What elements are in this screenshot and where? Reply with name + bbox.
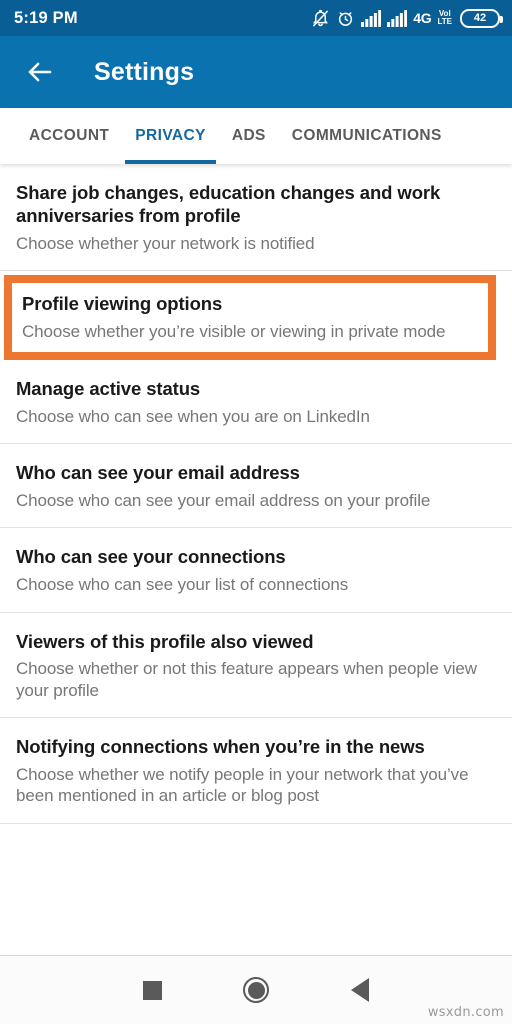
tab-privacy[interactable]: PRIVACY [122,108,219,164]
list-item[interactable]: Notifying connections when you’re in the… [0,718,512,825]
phone-screen: 5:19 PM 4G VoI LTE 42 Settings ACCOUNT P… [0,0,512,1024]
status-icon-group: 4G VoI LTE 42 [311,8,503,28]
list-item-title: Profile viewing options [22,293,223,315]
list-item[interactable]: Who can see your connections Choose who … [0,528,512,613]
home-button[interactable] [204,956,308,1024]
list-item-subtitle: Choose who can see your list of connecti… [16,574,349,594]
settings-list: Share job changes, education changes and… [0,164,512,955]
volte-label-bottom: LTE [437,17,452,26]
list-item[interactable]: Manage active status Choose who can see … [0,360,512,445]
app-bar: Settings [0,36,512,108]
list-item-title: Manage active status [16,378,201,400]
alarm-icon [336,9,355,28]
network-type-label: 4G [413,10,432,26]
list-item-title: Share job changes, education changes and… [16,182,441,227]
list-item[interactable]: Share job changes, education changes and… [0,164,512,272]
list-item-title: Who can see your email address [16,462,300,484]
tab-account[interactable]: ACCOUNT [16,108,122,164]
back-triangle-icon [351,978,369,1002]
home-circle-icon [243,977,269,1003]
recents-button[interactable] [100,956,204,1024]
watermark: wsxdn.com [427,1005,504,1020]
list-item-profile-viewing-options[interactable]: Profile viewing options Choose whether y… [4,275,496,361]
list-item[interactable]: Who can see your email address Choose wh… [0,444,512,529]
back-button[interactable] [308,956,412,1024]
battery-level-label: 42 [473,12,487,24]
volte-icon: VoI LTE [437,10,452,26]
back-arrow-icon[interactable] [24,56,56,88]
tab-bar: ACCOUNT PRIVACY ADS COMMUNICATIONS [0,108,512,164]
android-navigation-bar: wsxdn.com [0,955,512,1024]
battery-icon: 42 [460,8,503,28]
list-item-title: Who can see your connections [16,546,286,568]
signal-bars-icon [387,9,408,27]
list-item[interactable]: Viewers of this profile also viewed Choo… [0,612,512,719]
list-item-subtitle: Choose whether your network is notified [16,233,315,253]
status-bar: 5:19 PM 4G VoI LTE 42 [0,0,512,36]
tab-ads[interactable]: ADS [219,108,279,164]
list-item-title: Viewers of this profile also viewed [16,630,314,652]
list-item-subtitle: Choose who can see when you are on Linke… [16,406,370,426]
page-title: Settings [94,57,195,86]
bell-muted-icon [311,9,330,28]
signal-bars-icon [361,9,382,27]
list-item-subtitle: Choose whether we notify people in your … [16,764,469,806]
tab-communications[interactable]: COMMUNICATIONS [279,108,455,164]
list-item-subtitle: Choose who can see your email address on… [16,490,431,510]
status-clock: 5:19 PM [14,8,78,27]
list-item-subtitle: Choose whether or not this feature appea… [16,658,477,700]
list-item-title: Notifying connections when you’re in the… [16,736,425,758]
list-item-subtitle: Choose whether you’re visible or viewing… [22,321,446,341]
recents-square-icon [142,980,162,1000]
